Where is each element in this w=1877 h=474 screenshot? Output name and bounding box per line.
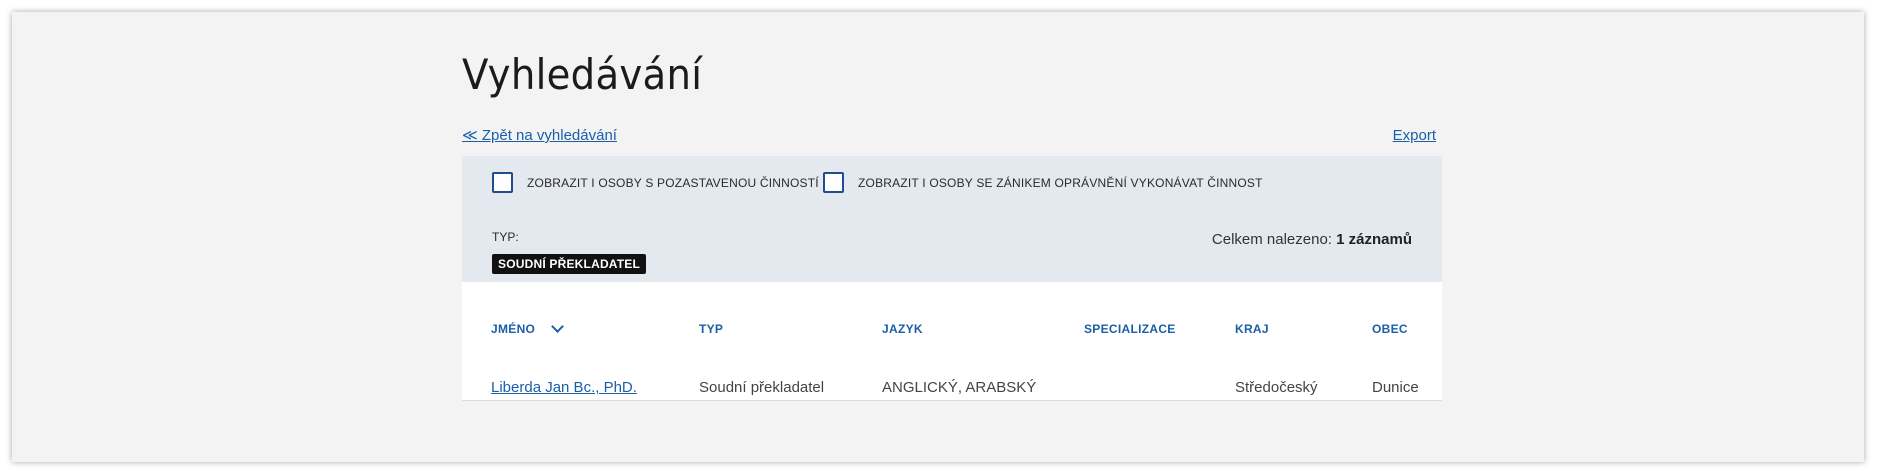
column-header-type: TYP [699, 322, 724, 336]
total-value: 1 záznamů [1336, 231, 1412, 248]
checkbox-suspended-label: ZOBRAZIT I OSOBY S POZASTAVENOU ČINNOSTÍ [527, 175, 819, 190]
checkbox-suspended[interactable]: ZOBRAZIT I OSOBY S POZASTAVENOU ČINNOSTÍ [492, 172, 819, 193]
type-badge: SOUDNÍ PŘEKLADATEL [492, 254, 647, 274]
row-name-link[interactable]: Liberda Jan Bc., PhD. [491, 379, 637, 396]
column-header-name-label: JMÉNO [491, 322, 536, 336]
checkbox-terminated-label: ZOBRAZIT I OSOBY SE ZÁNIKEM OPRÁVNĚNÍ VY… [858, 175, 1263, 190]
checkbox-terminated[interactable]: ZOBRAZIT I OSOBY SE ZÁNIKEM OPRÁVNĚNÍ VY… [823, 172, 1263, 193]
total-prefix: Celkem nalezeno: [1211, 231, 1332, 248]
type-label: TYP: [492, 230, 519, 244]
back-to-search-link[interactable]: ≪ Zpět na vyhledávání [462, 126, 617, 144]
column-header-language: JAZYK [882, 322, 923, 336]
column-header-region: KRAJ [1235, 322, 1269, 336]
row-municipality: Dunice [1372, 379, 1419, 396]
row-language: ANGLICKÝ, ARABSKÝ [882, 379, 1037, 396]
row-region: Středočeský [1235, 379, 1318, 396]
export-link[interactable]: Export [1393, 127, 1436, 144]
column-header-specialization: SPECIALIZACE [1084, 322, 1176, 336]
checkbox-box[interactable] [492, 172, 513, 193]
page-title: Vyhledávání [462, 50, 703, 99]
total-results: Celkem nalezeno: 1 záznamů [1212, 231, 1412, 248]
row-type: Soudní překladatel [699, 379, 825, 396]
checkbox-box[interactable] [823, 172, 844, 193]
column-header-name[interactable]: JMÉNO [491, 320, 565, 336]
column-header-municipality: OBEC [1372, 322, 1408, 336]
chevron-down-icon[interactable] [551, 320, 565, 333]
app-frame: Vyhledávání ≪ Zpět na vyhledávání Export… [12, 12, 1864, 462]
